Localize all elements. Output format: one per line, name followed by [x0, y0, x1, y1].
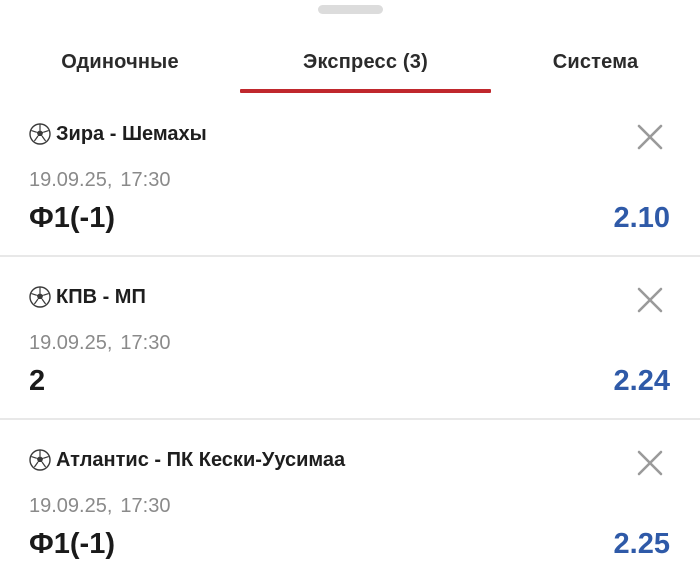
close-icon[interactable]	[634, 447, 666, 479]
bet-outcome: 2	[29, 365, 46, 397]
tab-system-label: Система	[552, 51, 639, 73]
bet-item: Атлантис - ПК Кески-Уусимаа 19.09.25, 17:…	[0, 420, 700, 583]
bet-list: Зира - Шемахы 19.09.25, 17:30 Ф1(-1) 2.10…	[0, 94, 700, 583]
match-name: Атлантис - ПК Кески-Уусимаа	[56, 449, 346, 471]
event-date: 19.09.25,	[29, 332, 113, 354]
bet-item: Зира - Шемахы 19.09.25, 17:30 Ф1(-1) 2.10	[0, 94, 700, 257]
event-time: 17:30	[120, 169, 171, 191]
event-datetime: 19.09.25, 17:30	[29, 493, 170, 519]
tab-system[interactable]: Система	[491, 40, 700, 94]
tab-express-label: Экспресс (3)	[303, 51, 428, 73]
event-datetime: 19.09.25, 17:30	[29, 330, 170, 356]
tab-single[interactable]: Одиночные	[0, 40, 240, 94]
event-date: 19.09.25,	[29, 495, 113, 517]
bet-item: КПВ - МП 19.09.25, 17:30 2 2.24	[0, 257, 700, 420]
soccer-ball-icon	[29, 123, 51, 145]
bet-outcome: Ф1(-1)	[29, 202, 115, 234]
event-date: 19.09.25,	[29, 169, 113, 191]
close-icon[interactable]	[634, 284, 666, 316]
bet-type-tabs: Одиночные Экспресс (3) Система	[0, 40, 700, 94]
tab-express[interactable]: Экспресс (3)	[240, 40, 491, 94]
event-time: 17:30	[120, 495, 171, 517]
event-datetime: 19.09.25, 17:30	[29, 167, 170, 193]
event-time: 17:30	[120, 332, 171, 354]
soccer-ball-icon	[29, 286, 51, 308]
close-icon[interactable]	[634, 121, 666, 153]
match-name: КПВ - МП	[56, 286, 146, 308]
sheet-drag-handle[interactable]	[318, 5, 383, 14]
bet-odds: 2.25	[613, 528, 670, 560]
bet-odds: 2.10	[613, 202, 670, 234]
active-tab-indicator	[240, 89, 491, 93]
bet-outcome: Ф1(-1)	[29, 528, 115, 560]
soccer-ball-icon	[29, 449, 51, 471]
match-name: Зира - Шемахы	[56, 123, 207, 145]
bet-odds: 2.24	[613, 365, 670, 397]
tab-single-label: Одиночные	[61, 51, 179, 73]
